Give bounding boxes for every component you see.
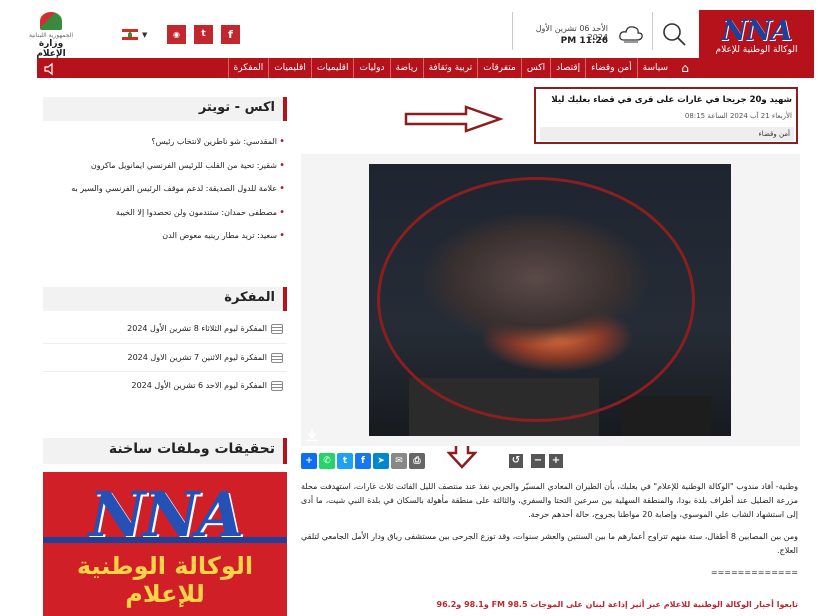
chevron-down-icon: ▼	[142, 31, 148, 39]
twitter-box-title: اكس - تويتر	[198, 100, 275, 115]
main-nav: ⌂ سياسة أمن وقضاء إقتصاد اكس متفرقات ترب…	[37, 58, 696, 78]
nav-item-politics[interactable]: سياسة	[636, 58, 673, 78]
nav-item-regional[interactable]: اقليميات	[310, 58, 354, 78]
list-item[interactable]: المفكرة ليوم الاثنين 7 تشرين الاول 2024	[43, 343, 287, 371]
list-item[interactable]: مصطفى حمدان: ستندمون ولن تحصدوا إلا الخي…	[43, 206, 287, 230]
speaker-icon[interactable]	[43, 61, 57, 76]
rss-icon[interactable]: ◉	[167, 25, 186, 44]
ministry-line2: وزارة الإعلام	[36, 39, 66, 59]
nav-item-regional-2[interactable]: اقليميات	[268, 58, 311, 78]
search-icon[interactable]	[660, 20, 688, 48]
article-paragraph: وطنية- أفاد مندوب "الوكالة الوطنية للإعل…	[301, 482, 798, 519]
list-item[interactable]: المفكرة ليوم الثلاثاء 8 تشرين الأول 2024	[43, 315, 287, 343]
agenda-box-header: المفكرة	[43, 287, 287, 311]
font-reset-button[interactable]: ↺	[509, 454, 523, 468]
twitter-box-header: اكس - تويتر	[43, 97, 287, 121]
nav-item-international[interactable]: دوليات	[353, 58, 389, 78]
promo-stripe	[43, 537, 287, 543]
agenda-item-label: المفكرة ليوم الثلاثاء 8 تشرين الأول 2024	[127, 324, 267, 333]
twitter-box: اكس - تويتر المقدسي: شو ناطرين لانتخاب ر…	[43, 97, 287, 253]
arrow-annotation	[404, 104, 504, 134]
agenda-box-title: المفكرة	[224, 290, 275, 305]
agenda-item-label: المفكرة ليوم الاثنين 7 تشرين الاول 2024	[127, 353, 268, 362]
promo-caption: الوكالة الوطنية للإعلام	[76, 552, 254, 608]
nav-item-agenda[interactable]: المفكرة	[227, 58, 269, 78]
document-icon	[271, 353, 283, 363]
agenda-item-label: المفكرة ليوم الاحد 6 تشرين الأول 2024	[131, 381, 268, 390]
email-icon[interactable]: ✉	[391, 453, 407, 469]
site-header: NNA الوكالة الوطنية للإعلام الأحد 06 تشر…	[0, 0, 818, 59]
telegram-icon[interactable]: ➤	[373, 453, 389, 469]
article-separator: =============	[710, 568, 798, 577]
nna-logo[interactable]: NNA الوكالة الوطنية للإعلام	[699, 10, 814, 58]
nav-item-education[interactable]: تربية وثقافة	[422, 58, 478, 78]
share-plus-icon[interactable]: +	[301, 453, 317, 469]
ministry-logo[interactable]: الجمهورية اللبنانية وزارة الإعلام	[26, 12, 76, 59]
investigations-title: تحقيقات وملفات ساخنة	[108, 441, 275, 457]
download-icon[interactable]	[305, 428, 319, 442]
nav-item-x[interactable]: اكس	[520, 58, 550, 78]
facebook-icon[interactable]: f	[221, 25, 240, 44]
article-body: وطنية- أفاد مندوب "الوكالة الوطنية للإعل…	[301, 480, 798, 588]
investigations-header: تحقيقات وملفات ساخنة	[43, 438, 287, 464]
nna-promo-banner[interactable]: NNA الوكالة الوطنية للإعلام	[43, 472, 287, 616]
twitter-share-icon[interactable]: t	[337, 453, 353, 469]
ministry-line1: الجمهورية اللبنانية	[28, 32, 74, 39]
article-category[interactable]: أمن وقضاء	[540, 127, 794, 141]
twitter-icon[interactable]: t	[194, 25, 213, 44]
home-icon[interactable]: ⌂	[677, 60, 693, 76]
nna-logo-text: NNA	[721, 14, 793, 47]
document-icon	[271, 381, 283, 391]
current-time: 11:26 PM	[560, 36, 608, 46]
highlight-oval	[377, 177, 695, 422]
article-paragraph: ومن بين المصابين 8 أطفال، ستة منهم تتراو…	[301, 532, 798, 555]
radio-footer-note: تابعوا أخبار الوكالة الوطنية للاعلام عبر…	[436, 600, 798, 609]
list-item[interactable]: علامة للدول الصديقة: لدعم موقف الرئيس ال…	[43, 182, 287, 206]
list-item[interactable]: سعيد: تريد مطار رينيه معوض الدن	[43, 229, 287, 253]
article-headline: شهيد و20 جريحا في غارات على قرى في قضاء …	[551, 95, 792, 105]
nav-item-sports[interactable]: رياضة	[389, 58, 423, 78]
article-header-box: شهيد و20 جريحا في غارات على قرى في قضاء …	[534, 87, 798, 144]
nav-logo-strip	[696, 58, 814, 78]
document-icon	[271, 324, 283, 334]
cedar-icon	[40, 12, 62, 30]
header-divider	[652, 12, 653, 50]
list-item[interactable]: المفكرة ليوم الاحد 6 تشرين الأول 2024	[43, 371, 287, 399]
list-item[interactable]: شقير: تحية من القلب للرئيس الفرنسي ايمان…	[43, 159, 287, 183]
nav-item-misc[interactable]: متفرقات	[477, 58, 521, 78]
whatsapp-icon[interactable]: ✆	[319, 453, 335, 469]
cloud-icon	[618, 24, 644, 44]
print-icon[interactable]: ⎙	[409, 453, 425, 469]
nav-item-security[interactable]: أمن وقضاء	[585, 58, 636, 78]
photo-building	[621, 396, 711, 436]
list-item[interactable]: المقدسي: شو ناطرين لانتخاب رئيس؟	[43, 135, 287, 159]
facebook-share-icon[interactable]: f	[355, 453, 371, 469]
agenda-list: المفكرة ليوم الثلاثاء 8 تشرين الأول 2024…	[43, 315, 287, 399]
article-date: الأربعاء 21 آب 2024 الساعة 08:15	[684, 112, 792, 120]
header-divider	[512, 12, 513, 50]
font-decrease-button[interactable]: −	[531, 454, 545, 468]
page: NNA الوكالة الوطنية للإعلام الأحد 06 تشر…	[0, 0, 818, 616]
lebanon-flag-icon	[122, 29, 138, 40]
agenda-box: المفكرة المفكرة ليوم الثلاثاء 8 تشرين ال…	[43, 287, 287, 399]
nna-logo-subtitle: الوكالة الوطنية للإعلام	[715, 45, 798, 55]
font-increase-button[interactable]: +	[549, 454, 563, 468]
share-toolbar: + ✆ t f ➤ ✉ ⎙ + − ↺	[301, 453, 800, 469]
language-selector[interactable]: ▼	[116, 29, 150, 43]
nav-item-economy[interactable]: إقتصاد	[550, 58, 585, 78]
twitter-list: المقدسي: شو ناطرين لانتخاب رئيس؟ شقير: ت…	[43, 135, 287, 253]
